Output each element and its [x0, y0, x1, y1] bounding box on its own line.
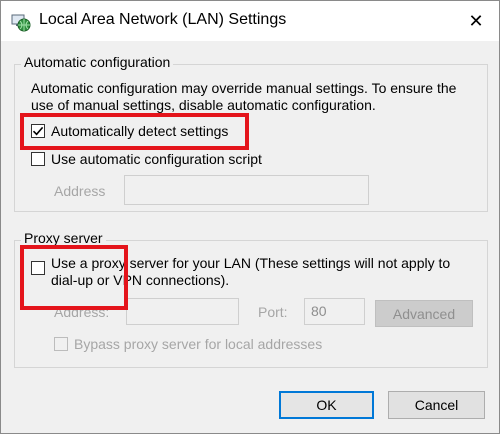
use-proxy-label-line-2: dial-up or VPN connections). — [51, 272, 230, 288]
automatic-configuration-legend: Automatic configuration — [21, 54, 174, 70]
auto-config-script-label: Use automatic configuration script — [51, 151, 262, 167]
globe-network-icon — [11, 12, 31, 32]
use-proxy-label: Use a proxy server for your LAN (These s… — [51, 255, 450, 289]
script-address-label: Address — [54, 183, 106, 199]
description-line-1: Automatic configuration may override man… — [31, 80, 457, 96]
ok-button[interactable]: OK — [279, 391, 374, 419]
checkmark-icon — [32, 126, 44, 136]
close-button[interactable]: ✕ — [461, 7, 491, 35]
auto-detect-checkbox[interactable] — [31, 124, 45, 138]
use-proxy-checkbox[interactable] — [31, 261, 45, 275]
bypass-local-option[interactable]: Bypass proxy server for local addresses — [54, 336, 322, 352]
proxy-port-label: Port: — [258, 304, 288, 320]
close-icon: ✕ — [468, 10, 484, 31]
auto-config-script-checkbox[interactable] — [31, 152, 45, 166]
cancel-button[interactable]: Cancel — [388, 391, 485, 419]
proxy-server-legend: Proxy server — [21, 230, 106, 246]
proxy-address-label: Address: — [54, 304, 110, 320]
proxy-address-input[interactable] — [126, 298, 239, 325]
advanced-button[interactable]: Advanced — [375, 300, 473, 327]
proxy-port-input[interactable]: 80 — [304, 298, 365, 325]
dialog-title: Local Area Network (LAN) Settings — [39, 11, 287, 28]
auto-detect-label: Automatically detect settings — [51, 123, 229, 139]
bypass-local-label: Bypass proxy server for local addresses — [74, 336, 323, 352]
description-line-2: use of manual settings, disable automati… — [31, 97, 376, 113]
lan-settings-dialog: Local Area Network (LAN) Settings ✕ Auto… — [0, 0, 500, 434]
script-address-input[interactable] — [124, 175, 369, 205]
use-proxy-label-line-1: Use a proxy server for your LAN (These s… — [51, 255, 451, 271]
title-bar: Local Area Network (LAN) Settings ✕ — [1, 1, 499, 41]
use-proxy-option[interactable]: Use a proxy server for your LAN (These s… — [31, 255, 450, 289]
bypass-local-checkbox[interactable] — [54, 337, 68, 351]
automatic-configuration-description: Automatic configuration may override man… — [31, 80, 456, 114]
auto-config-script-option[interactable]: Use automatic configuration script — [31, 151, 262, 167]
auto-detect-option[interactable]: Automatically detect settings — [31, 123, 228, 139]
